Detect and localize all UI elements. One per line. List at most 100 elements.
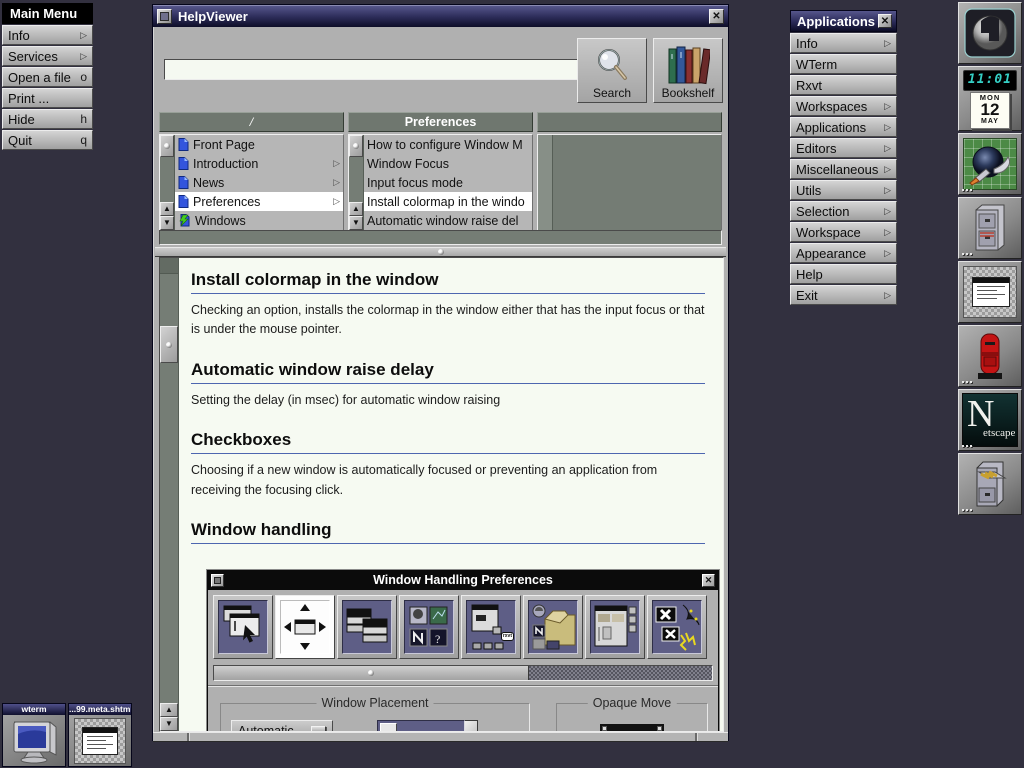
application-icons-icon: ? xyxy=(399,595,459,659)
apps-item-rxvt[interactable]: Rxvt xyxy=(790,75,897,95)
bookshelf-button[interactable]: Bookshelf xyxy=(653,38,723,103)
calendar-month: MAY xyxy=(971,118,1009,126)
menu-close-button[interactable]: ✕ xyxy=(878,14,892,28)
column-scrollbar[interactable]: ▲ ▼ xyxy=(349,135,364,230)
apps-item-exit[interactable]: Exit▷ xyxy=(790,285,897,305)
apps-item-miscellaneous[interactable]: Miscellaneous▷ xyxy=(790,159,897,179)
browser-column-root: / ▲ ▼ Front Page xyxy=(159,112,344,231)
preview-scrollbar xyxy=(465,720,478,731)
list-item-input-focus-mode[interactable]: Input focus mode xyxy=(364,173,532,192)
column-list: How to configure Window M Window Focus I… xyxy=(364,135,532,230)
submenu-arrow-icon: ▷ xyxy=(884,38,891,49)
apps-item-editors[interactable]: Editors▷ xyxy=(790,138,897,158)
apps-item-wterm[interactable]: WTerm xyxy=(790,54,897,74)
list-item-news[interactable]: News ▷ xyxy=(175,173,343,192)
section-heading: Window handling xyxy=(191,520,705,544)
running-indicator xyxy=(962,509,972,511)
helpviewer-titlebar[interactable]: HelpViewer ✕ xyxy=(153,5,728,27)
submenu-arrow-icon: ▷ xyxy=(80,30,87,41)
scroll-down-button[interactable]: ▼ xyxy=(349,216,363,230)
list-item-preferences-selected[interactable]: Preferences ▷ xyxy=(175,192,343,211)
list-item-how-to-configure[interactable]: How to configure Window M xyxy=(364,135,532,154)
list-item-automatic-window-raise[interactable]: Automatic window raise del xyxy=(364,211,532,230)
section-body: Choosing if a new window is automaticall… xyxy=(191,461,705,500)
menu-item-open-a-file[interactable]: Open a file o xyxy=(2,67,93,87)
menu-item-hide[interactable]: Hide h xyxy=(2,109,93,129)
submenu-arrow-icon: ▷ xyxy=(884,227,891,238)
placement-popup: Automatic xyxy=(231,720,333,731)
apps-item-info[interactable]: Info▷ xyxy=(790,33,897,53)
window-resize-bar[interactable] xyxy=(153,732,728,742)
miniwindow-title: wterm xyxy=(3,704,65,715)
column-scrollbar[interactable] xyxy=(538,135,553,230)
list-item-front-page[interactable]: Front Page xyxy=(175,135,343,154)
window-attributes-icon xyxy=(585,595,645,659)
running-indicator xyxy=(962,189,972,191)
browser-column-preferences: Preferences ▲ ▼ How to configure Window … xyxy=(348,112,533,231)
apps-item-utils[interactable]: Utils▷ xyxy=(790,180,897,200)
menu-item-info[interactable]: Info ▷ xyxy=(2,25,93,45)
dock-tile-window-maker[interactable] xyxy=(958,2,1022,64)
scroll-down-button[interactable]: ▼ xyxy=(160,717,178,731)
browser-column-empty xyxy=(537,112,722,231)
list-item-introduction[interactable]: Introduction ▷ xyxy=(175,154,343,173)
menu-item-services[interactable]: Services ▷ xyxy=(2,46,93,66)
pane-splitter[interactable] xyxy=(155,247,726,257)
browser-horizontal-scrollbar[interactable] xyxy=(159,230,722,245)
scroll-up-button[interactable]: ▲ xyxy=(160,202,174,216)
dock-tile-file-cabinet[interactable] xyxy=(958,197,1022,259)
link-document-icon xyxy=(178,214,191,227)
miniwindow-wterm[interactable]: wterm xyxy=(2,703,66,767)
column-header: / xyxy=(159,112,344,132)
search-input[interactable] xyxy=(164,59,578,80)
submenu-arrow-icon: ▷ xyxy=(884,101,891,112)
apps-item-selection[interactable]: Selection▷ xyxy=(790,201,897,221)
close-icon: ✕ xyxy=(702,574,715,587)
section-heading: Checkboxes xyxy=(191,430,705,454)
applications-menu-titlebar[interactable]: Applications ✕ xyxy=(790,10,897,32)
help-content-area: ▲ ▼ Install colormap in the window Check… xyxy=(159,257,724,732)
scrollbar-knob[interactable] xyxy=(349,135,363,157)
dock-tile-clock[interactable]: 11:01 MON 12 MAY xyxy=(958,66,1022,131)
help-page: Install colormap in the window Checking … xyxy=(179,258,723,731)
scroll-up-button[interactable]: ▲ xyxy=(349,202,363,216)
list-item-install-colormap-selected[interactable]: Install colormap in the windo xyxy=(364,192,532,211)
window-maker-icon xyxy=(964,8,1016,58)
submenu-arrow-icon: ▷ xyxy=(884,143,891,154)
column-scrollbar[interactable]: ▲ ▼ xyxy=(160,135,175,230)
scroll-up-button[interactable]: ▲ xyxy=(160,703,178,717)
search-button[interactable]: Search xyxy=(577,38,647,103)
content-scrollbar[interactable]: ▲ ▼ xyxy=(160,258,179,731)
close-button[interactable]: ✕ xyxy=(709,9,724,24)
list-item-windows[interactable]: Windows xyxy=(175,211,343,230)
screenshot-title: Window Handling Preferences xyxy=(373,573,553,587)
dock-tile-mailbox[interactable] xyxy=(958,325,1022,387)
apps-item-appearance[interactable]: Appearance▷ xyxy=(790,243,897,263)
apps-item-applications[interactable]: Applications▷ xyxy=(790,117,897,137)
screenshot-horizontal-scrollbar xyxy=(213,665,713,681)
submenu-arrow-icon: ▷ xyxy=(884,248,891,259)
main-menu-titlebar[interactable]: Main Menu xyxy=(2,3,93,24)
submenu-arrow-icon: ▷ xyxy=(333,196,340,207)
dock-tile-paint-config[interactable] xyxy=(958,133,1022,195)
apps-item-help[interactable]: Help xyxy=(790,264,897,284)
scrollbar-knob[interactable] xyxy=(160,326,178,363)
list-item-window-focus[interactable]: Window Focus xyxy=(364,154,532,173)
terminal-monitor-icon xyxy=(8,718,60,764)
scroll-down-button[interactable]: ▼ xyxy=(160,216,174,230)
main-menu-title: Main Menu xyxy=(10,6,77,21)
dock-tile-text-editor[interactable] xyxy=(958,261,1022,323)
submenu-arrow-icon: ▷ xyxy=(884,206,891,217)
menu-item-quit[interactable]: Quit q xyxy=(2,130,93,150)
menu-item-print[interactable]: Print ... xyxy=(2,88,93,108)
window-title: HelpViewer xyxy=(178,9,709,24)
placement-preview xyxy=(377,720,465,731)
miniaturize-button[interactable] xyxy=(157,9,172,24)
miniwindow-shtml-document[interactable]: ...99.meta.shtml xyxy=(68,703,132,767)
apps-item-workspaces[interactable]: Workspaces▷ xyxy=(790,96,897,116)
scrollbar-knob[interactable] xyxy=(160,135,174,157)
dock-tile-netscape[interactable]: N etscape xyxy=(958,389,1022,451)
apps-item-workspace[interactable]: Workspace▷ xyxy=(790,222,897,242)
applications-folder-icon xyxy=(523,595,583,659)
dock-tile-file-manager[interactable] xyxy=(958,453,1022,515)
